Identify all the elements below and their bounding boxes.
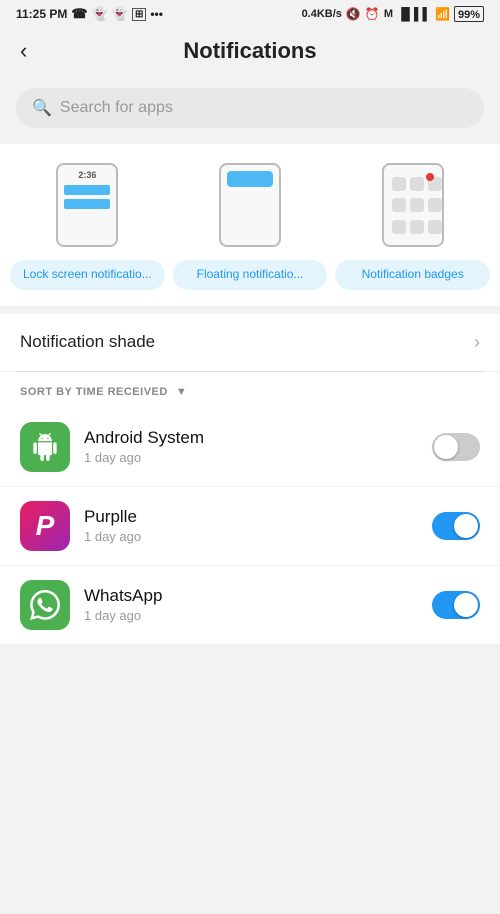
- status-time: 11:25 PM ☎︎ 👻 👻 ⊞ •••: [16, 6, 163, 22]
- status-bar: 11:25 PM ☎︎ 👻 👻 ⊞ ••• 0.4KB/s 🔇 ⏰ M ▐▌▌▌…: [0, 0, 500, 28]
- badges-label: Notification badges: [335, 260, 490, 290]
- lock-screen-option[interactable]: 2:36 Lock screen notificatio...: [10, 160, 165, 290]
- floating-label: Floating notificatio...: [173, 260, 328, 290]
- header: ‹ Notifications: [0, 28, 500, 80]
- android-system-toggle[interactable]: [432, 433, 480, 461]
- android-system-icon: [20, 422, 70, 472]
- sort-dropdown-icon: ▼: [176, 386, 187, 398]
- toggle-knob: [454, 514, 478, 538]
- table-row: WhatsApp 1 day ago: [0, 566, 500, 645]
- purplle-name: Purplle: [84, 507, 418, 527]
- badges-icon: [373, 160, 453, 250]
- purplle-info: Purplle 1 day ago: [84, 507, 418, 544]
- android-system-time: 1 day ago: [84, 450, 418, 465]
- floating-option[interactable]: Floating notificatio...: [173, 160, 328, 290]
- purplle-time: 1 day ago: [84, 529, 418, 544]
- notification-shade-label: Notification shade: [20, 332, 155, 352]
- quick-options-container: 2:36 Lock screen notificatio... Floating…: [0, 144, 500, 306]
- search-placeholder: Search for apps: [60, 99, 173, 117]
- android-system-name: Android System: [84, 428, 418, 448]
- whatsapp-time: 1 day ago: [84, 608, 418, 623]
- sort-bar[interactable]: SORT BY TIME RECEIVED ▼: [0, 372, 500, 408]
- app-list: Android System 1 day ago P Purplle 1 day…: [0, 408, 500, 645]
- chevron-right-icon: ›: [474, 332, 480, 353]
- page-title: Notifications: [183, 38, 316, 64]
- search-icon: 🔍: [32, 98, 52, 118]
- notification-shade-row[interactable]: Notification shade ›: [0, 314, 500, 371]
- search-box[interactable]: 🔍 Search for apps: [16, 88, 484, 128]
- purplle-icon: P: [20, 501, 70, 551]
- search-container: 🔍 Search for apps: [0, 80, 500, 144]
- status-icons: 0.4KB/s 🔇 ⏰ M ▐▌▌▌ 📶 99%: [302, 6, 484, 22]
- whatsapp-name: WhatsApp: [84, 586, 418, 606]
- purplle-toggle[interactable]: [432, 512, 480, 540]
- floating-icon: [210, 160, 290, 250]
- badges-option[interactable]: Notification badges: [335, 160, 490, 290]
- table-row: P Purplle 1 day ago: [0, 487, 500, 566]
- table-row: Android System 1 day ago: [0, 408, 500, 487]
- lock-screen-icon: 2:36: [47, 160, 127, 250]
- lock-screen-label: Lock screen notificatio...: [10, 260, 165, 290]
- android-system-info: Android System 1 day ago: [84, 428, 418, 465]
- whatsapp-info: WhatsApp 1 day ago: [84, 586, 418, 623]
- back-button[interactable]: ‹: [20, 38, 27, 64]
- sort-label: SORT BY TIME RECEIVED: [20, 386, 168, 398]
- toggle-knob: [434, 435, 458, 459]
- toggle-knob: [454, 593, 478, 617]
- whatsapp-toggle[interactable]: [432, 591, 480, 619]
- whatsapp-icon: [20, 580, 70, 630]
